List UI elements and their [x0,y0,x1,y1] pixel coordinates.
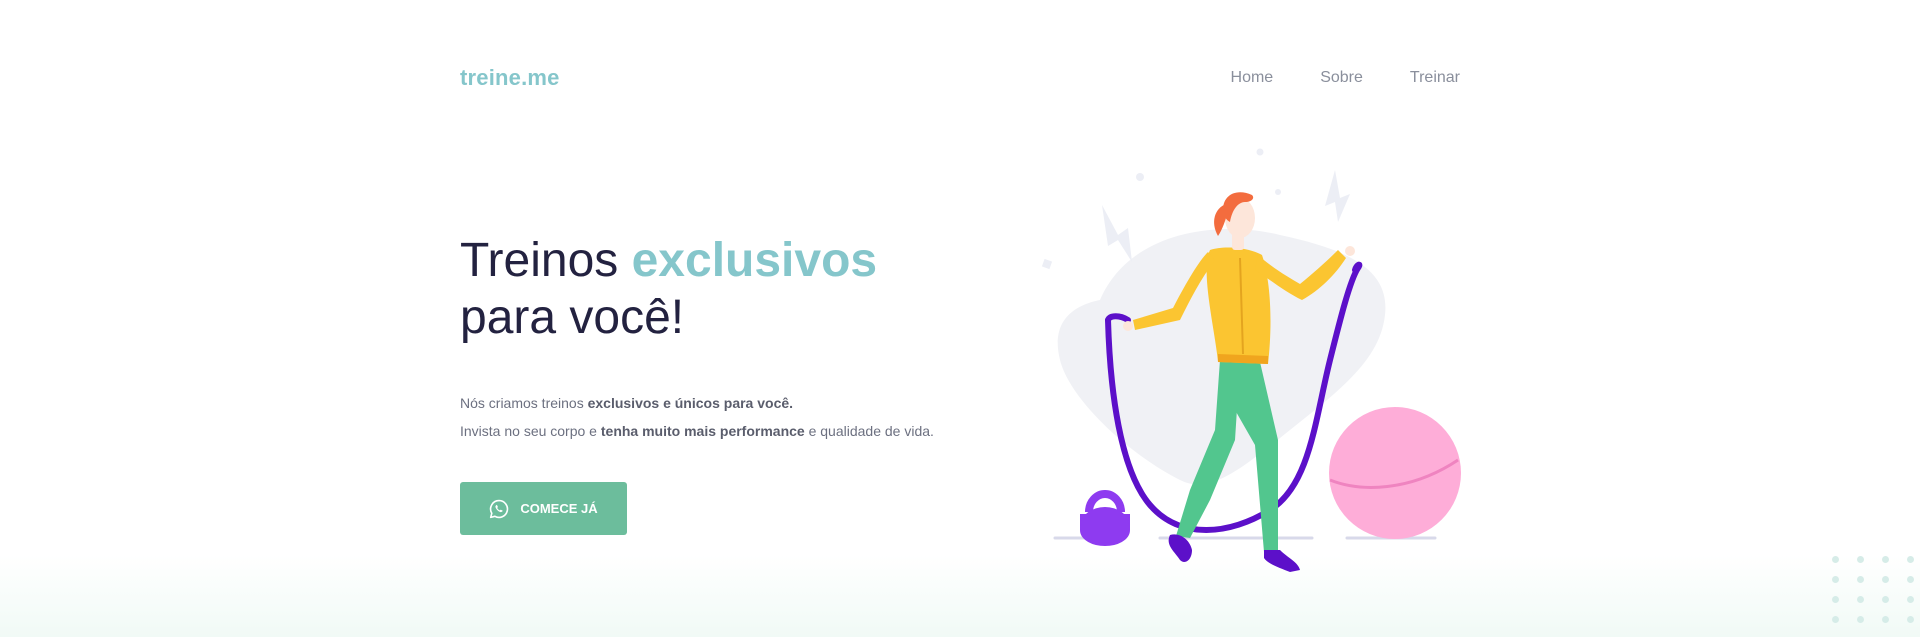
right-hand [1345,246,1355,256]
hero-title-line2: para você! [460,291,685,344]
decorative-dot [1882,616,1889,623]
decorative-dot [1832,556,1839,563]
lightning-icon-right [1325,170,1350,222]
sparkle-dot-3 [1275,189,1281,195]
desc-line-2: Invista no seu corpo e tenha muito mais … [460,417,1020,445]
desc-line-2-text-end: e qualidade de vida. [804,423,934,439]
decorative-dot [1857,556,1864,563]
decorative-dot [1882,576,1889,583]
desc-line-1-bold: exclusivos e únicos para você. [587,395,794,411]
decorative-dot [1882,596,1889,603]
desc-line-2-text: Invista no seu corpo e [460,423,601,439]
hero-title: Treinos exclusivos para você! [460,232,877,346]
decorative-dot [1832,616,1839,623]
hero-title-accent: exclusivos [631,234,878,287]
decorative-dot [1882,556,1889,563]
comece-ja-button[interactable]: COMECE JÁ [460,482,627,535]
sparkle-dot-2 [1256,148,1264,156]
comece-ja-label: COMECE JÁ [520,501,598,516]
nav-treinar[interactable]: Treinar [1410,69,1460,87]
kettlebell-body [1081,507,1129,543]
hero-description: Nós criamos treinos exclusivos e únicos … [460,389,1020,445]
nav-home[interactable]: Home [1231,69,1274,87]
hero-title-part1: Treinos [460,234,632,287]
decorative-dot [1907,596,1914,603]
decorative-dot [1857,576,1864,583]
site-header: treine.me Home Sobre Treinar [460,62,1460,96]
decorative-dot [1907,576,1914,583]
sparkle-square [1041,258,1053,270]
decorative-dot [1907,556,1914,563]
lightning-icon-left [1102,205,1132,262]
decorative-dot [1857,596,1864,603]
desc-line-1: Nós criamos treinos exclusivos e únicos … [460,389,1020,417]
exercise-ball [1329,407,1461,539]
right-shoe [1264,550,1300,572]
whatsapp-icon [489,499,509,519]
decorative-dot [1907,616,1914,623]
decorative-dots [1832,556,1920,637]
main-nav: Home Sobre Treinar [1231,69,1460,87]
logo[interactable]: treine.me [460,65,560,91]
left-hand [1123,321,1133,331]
desc-line-2-bold: tenha muito mais performance [600,423,805,439]
decorative-dot [1832,576,1839,583]
sparkle-dot-1 [1136,173,1144,181]
decorative-dot [1857,616,1864,623]
desc-line-1-text: Nós criamos treinos [460,395,588,411]
nav-sobre[interactable]: Sobre [1320,69,1363,87]
workout-illustration [1041,148,1461,572]
decorative-dot [1832,596,1839,603]
